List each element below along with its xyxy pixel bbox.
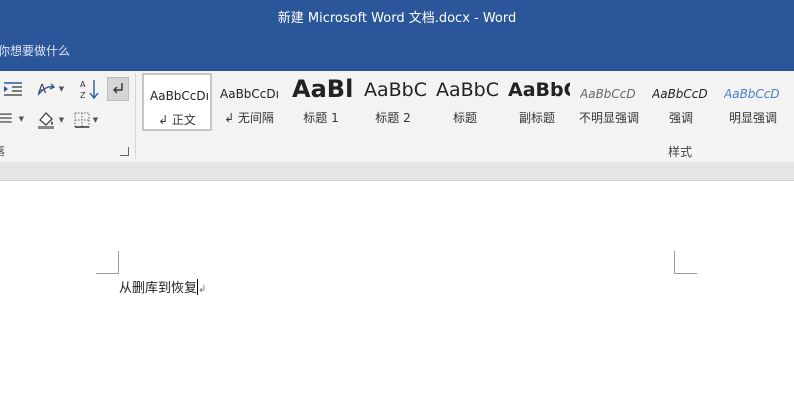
chevron-down-icon: ▼: [58, 85, 65, 93]
style-label: 不明显强调: [578, 111, 639, 125]
style-sample: AaBbCcDı: [220, 87, 279, 101]
style-sample: AaBl: [292, 75, 354, 103]
tell-me-bar: 你想要做什么: [0, 30, 794, 71]
window-title: 新建 Microsoft Word 文档.docx - Word: [277, 11, 517, 26]
document-area: 从删库到恢复↲: [0, 162, 794, 418]
style-label: 强调: [668, 111, 693, 125]
group-divider: [135, 73, 136, 159]
borders-icon: [74, 112, 90, 128]
ribbon: A ▼ A Z ▼ ▼ ▼ AaBbCcDı ↲ 正文 AaBbCcDı ↲ 无…: [0, 71, 794, 163]
style-label: 标题: [452, 111, 477, 125]
style-sample: AaBbCcD: [580, 87, 636, 101]
document-paragraph[interactable]: 从删库到恢复↲: [119, 277, 206, 296]
paragraph-marks-icon: [113, 83, 123, 94]
style-sample: AaBbCcD: [652, 87, 708, 101]
styles-group-label: 样式: [668, 145, 693, 159]
style-label: ↲ 正文: [158, 113, 196, 127]
chevron-down-icon: ▼: [18, 115, 24, 123]
document-text: 从删库到恢复: [119, 281, 198, 296]
style-subtitle[interactable]: AaBbC 副标题: [502, 73, 572, 131]
sort-button[interactable]: A Z: [76, 77, 102, 101]
style-sample: AaBbCcD: [724, 87, 780, 101]
text-direction-button[interactable]: A ▼: [34, 79, 66, 99]
style-no-spacing[interactable]: AaBbCcDı ↲ 无间隔: [214, 73, 284, 131]
show-paragraph-marks-button[interactable]: [107, 77, 129, 101]
borders-button[interactable]: ▼: [70, 109, 102, 131]
svg-text:A: A: [80, 80, 86, 89]
style-title[interactable]: AaBbC 标题: [430, 73, 500, 131]
chevron-down-icon: ▼: [92, 116, 99, 124]
paragraph-mark-icon: ↲: [198, 284, 207, 295]
svg-text:Z: Z: [80, 91, 86, 100]
chevron-down-icon: ▼: [58, 116, 65, 124]
style-heading-2[interactable]: AaBbC 标题 2: [358, 73, 428, 131]
style-sample: AaBbCcDı: [150, 89, 208, 103]
style-emphasis[interactable]: AaBbCcD 强调: [646, 73, 716, 131]
style-label: 标题 1: [303, 111, 339, 125]
title-bar: 新建 Microsoft Word 文档.docx - Word: [0, 0, 794, 30]
shading-icon: [37, 112, 54, 129]
margin-corner-right: [674, 251, 697, 274]
paragraph-group-label: 落: [0, 143, 5, 159]
style-sample: AaBbC: [364, 79, 426, 101]
margin-corner-left: [96, 251, 119, 274]
style-sample: AaBbC: [436, 79, 498, 101]
increase-indent-button[interactable]: [0, 79, 26, 99]
style-label: 标题 2: [375, 111, 411, 125]
align-button[interactable]: ▼: [0, 109, 24, 129]
style-subtle-emphasis[interactable]: AaBbCcD 不明显强调: [574, 73, 644, 131]
text-direction-icon: A: [37, 82, 55, 96]
dialog-launcher-icon[interactable]: [120, 147, 129, 156]
style-normal[interactable]: AaBbCcDı ↲ 正文: [142, 73, 212, 131]
align-icon: [0, 113, 12, 123]
shading-button[interactable]: ▼: [34, 109, 66, 131]
document-page[interactable]: 从删库到恢复↲: [0, 180, 794, 418]
sort-icon: A Z: [80, 80, 99, 100]
indent-icon: [4, 82, 22, 96]
style-intense-emphasis[interactable]: AaBbCcD 明显强调: [718, 73, 788, 131]
style-heading-1[interactable]: AaBl 标题 1: [286, 73, 356, 131]
style-sample: AaBbC: [508, 79, 570, 101]
styles-gallery: AaBbCcDı ↲ 正文 AaBbCcDı ↲ 无间隔 AaBl 标题 1 A…: [140, 73, 794, 133]
style-label: 明显强调: [728, 111, 777, 125]
style-label: 副标题: [518, 111, 555, 125]
tell-me-search[interactable]: 你想要做什么: [0, 42, 70, 59]
style-label: ↲ 无间隔: [224, 111, 274, 125]
